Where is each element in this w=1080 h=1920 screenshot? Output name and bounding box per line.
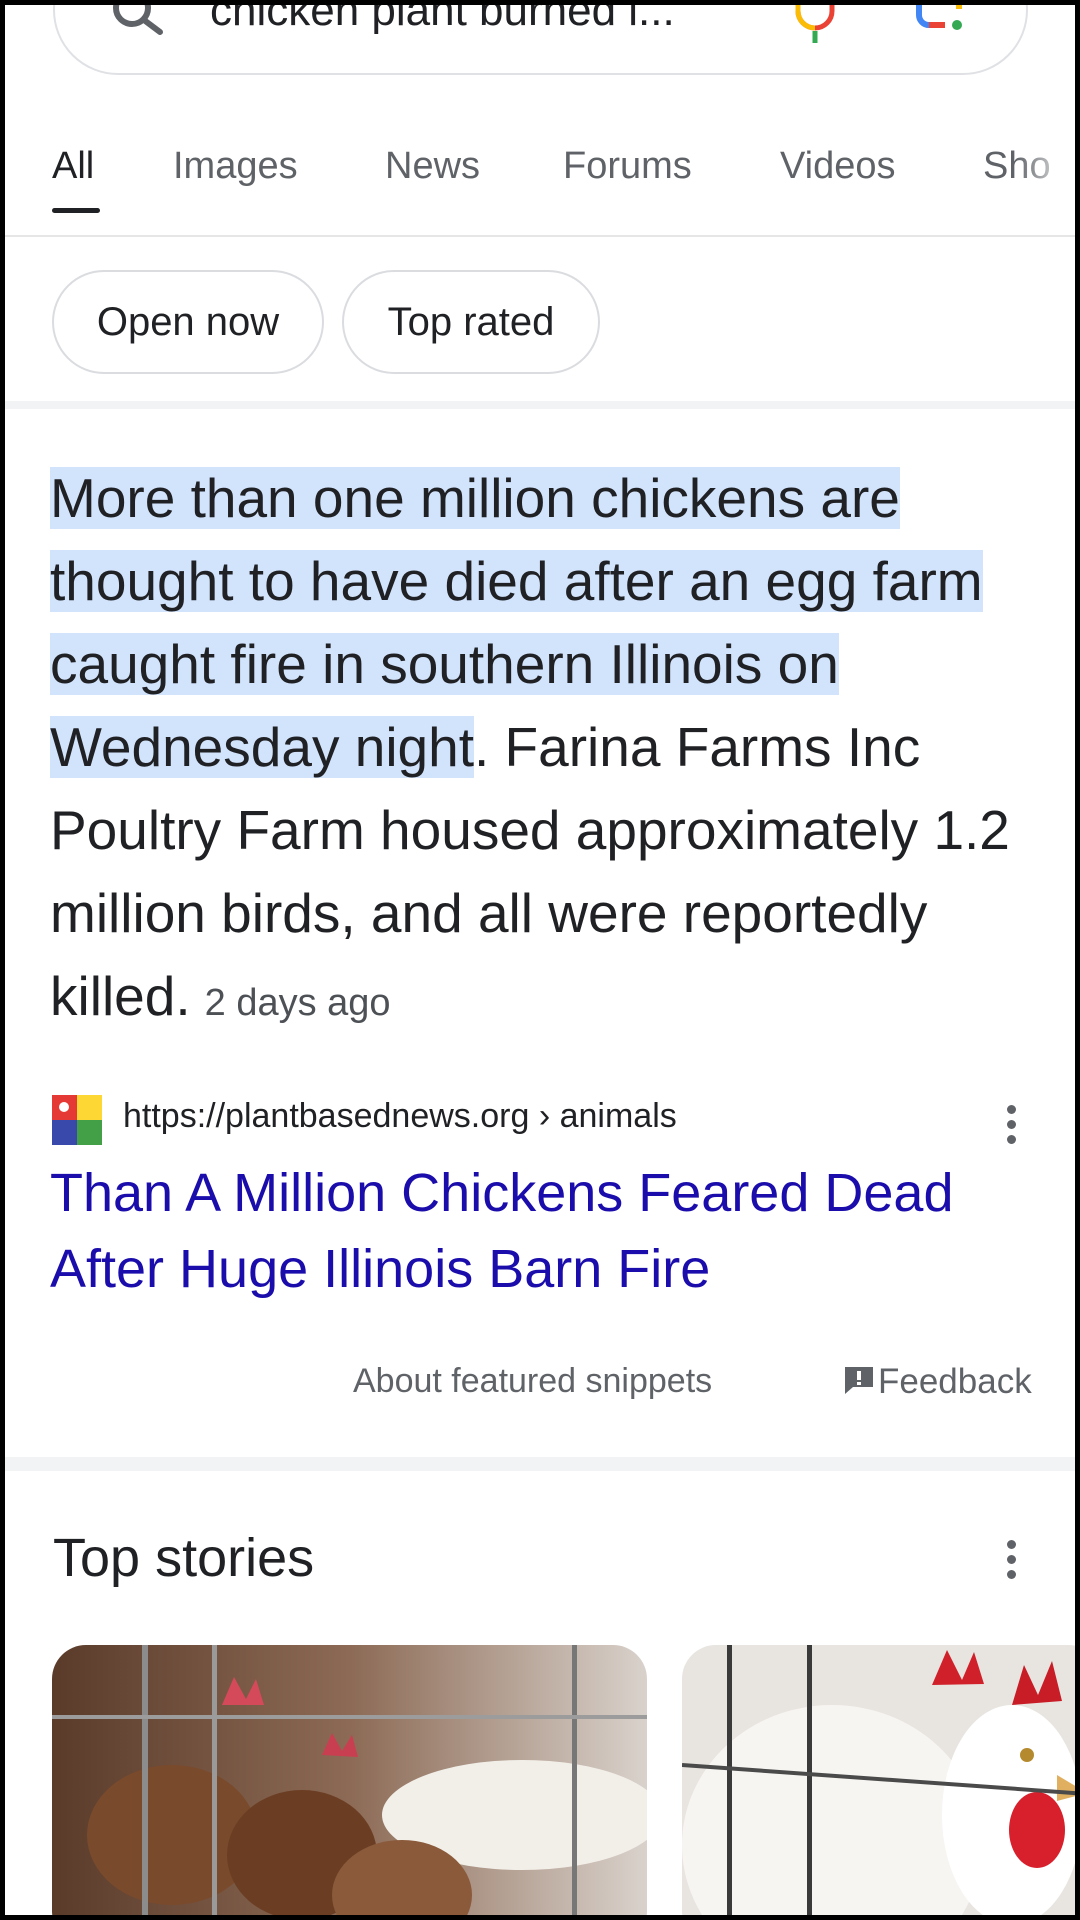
section-divider-2	[5, 1457, 1075, 1471]
story-thumbnail-hens-in-cages[interactable]	[52, 1645, 647, 1915]
screen: chicken plant burned i... All Images New…	[5, 5, 1075, 1915]
active-tab-indicator	[52, 208, 100, 213]
search-icon[interactable]	[110, 5, 170, 42]
site-favicon	[52, 1095, 102, 1145]
search-tabs: All Images News Forums Videos Sho	[5, 135, 1075, 237]
search-input[interactable]: chicken plant burned i...	[210, 5, 675, 35]
top-stories-heading: Top stories	[53, 1528, 315, 1588]
tab-all[interactable]: All	[52, 145, 94, 188]
more-options-icon[interactable]	[1005, 1105, 1017, 1145]
tab-videos[interactable]: Videos	[780, 145, 896, 188]
chip-top-rated[interactable]: Top rated	[342, 270, 600, 374]
about-featured-snippets-link[interactable]: About featured snippets	[353, 1362, 712, 1401]
tab-forums[interactable]: Forums	[563, 145, 692, 188]
feedback-icon[interactable]	[843, 1365, 875, 1395]
result-url[interactable]: https://plantbasednews.org › animals	[123, 1097, 677, 1136]
feedback-link[interactable]: Feedback	[878, 1362, 1032, 1402]
result-title-link[interactable]: Than A Million Chickens Feared Dead Afte…	[50, 1155, 1030, 1307]
top-stories-menu-icon[interactable]	[1005, 1540, 1017, 1580]
tab-images[interactable]: Images	[173, 145, 298, 188]
tab-news[interactable]: News	[385, 145, 480, 188]
search-bar[interactable]: chicken plant burned i...	[53, 5, 1028, 75]
google-lens-icon[interactable]	[915, 5, 975, 53]
tabs-fade	[1015, 135, 1075, 233]
featured-snippet: More than one million chickens are thoug…	[50, 457, 1050, 1045]
story-thumbnail-white-chicken[interactable]	[682, 1645, 1075, 1915]
section-divider	[5, 401, 1075, 409]
mic-icon[interactable]	[790, 5, 840, 59]
snippet-age: 2 days ago	[204, 982, 391, 1024]
chip-open-now[interactable]: Open now	[52, 270, 324, 374]
